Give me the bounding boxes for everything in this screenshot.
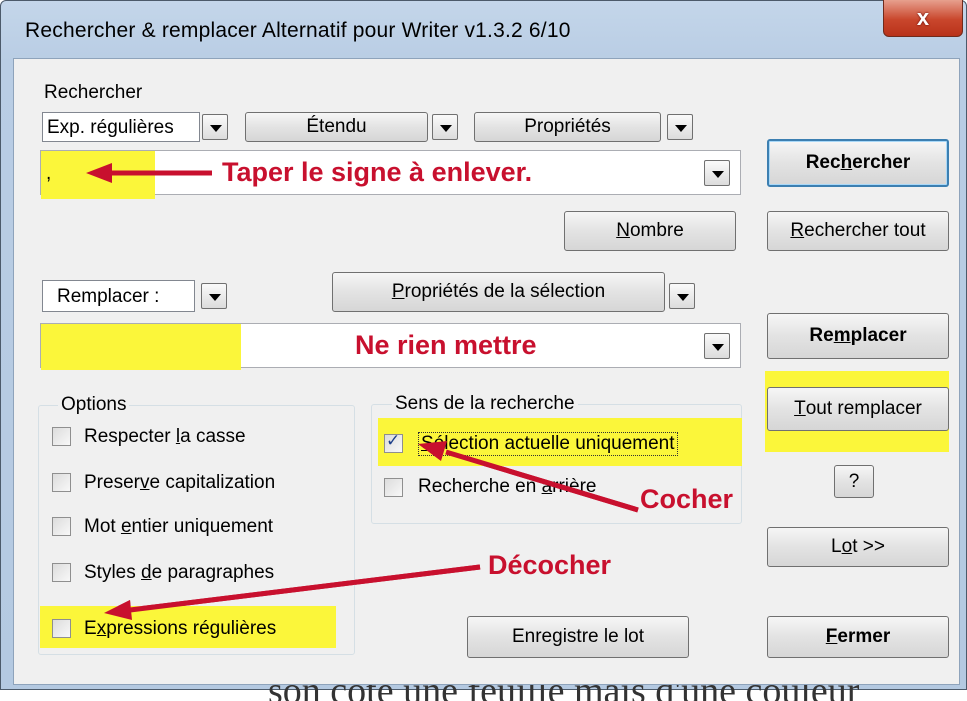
annotation-arrows-top — [104, 441, 639, 620]
annotation-check: Cocher — [640, 484, 734, 514]
annotation-uncheck: Décocher — [488, 550, 612, 580]
